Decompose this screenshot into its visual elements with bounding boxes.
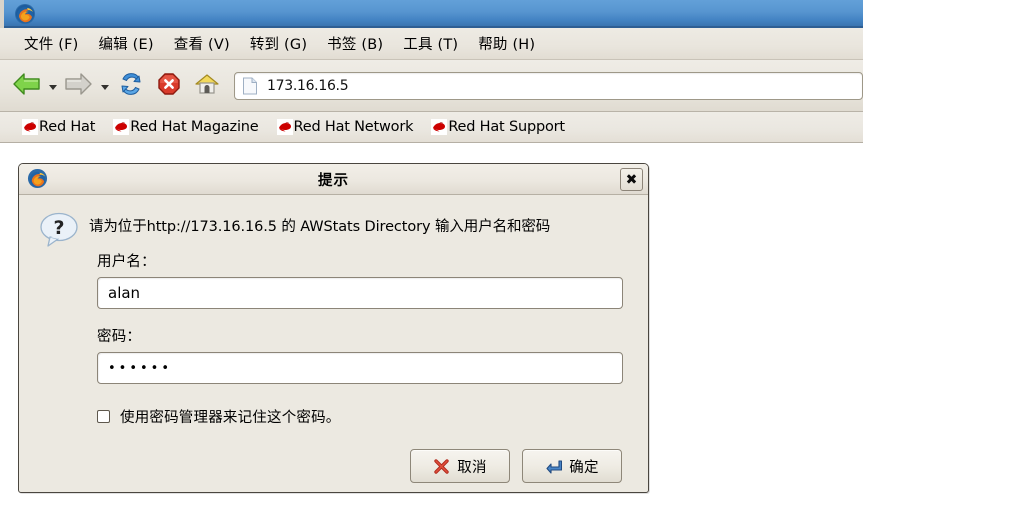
home-icon bbox=[194, 72, 220, 100]
cancel-x-icon bbox=[433, 458, 450, 475]
bookmark-red-hat-network[interactable]: Red Hat Network bbox=[276, 119, 414, 135]
cancel-button[interactable]: 取消 bbox=[410, 449, 510, 483]
redhat-icon bbox=[22, 119, 38, 135]
menu-go[interactable]: 转到 (G) bbox=[240, 31, 317, 56]
forward-arrow-icon bbox=[64, 71, 94, 101]
dialog-message-row: ? 请为位于http://173.16.16.5 的 AWStats Direc… bbox=[19, 195, 648, 250]
menu-bar: 文件 (F) 编辑 (E) 查看 (V) 转到 (G) 书签 (B) 工具 (T… bbox=[0, 28, 863, 60]
menu-help[interactable]: 帮助 (H) bbox=[468, 31, 545, 56]
menu-bookmarks[interactable]: 书签 (B) bbox=[317, 31, 393, 56]
screen: 文件 (F) 编辑 (E) 查看 (V) 转到 (G) 书签 (B) 工具 (T… bbox=[0, 0, 1019, 531]
remember-password-row[interactable]: 使用密码管理器来记住这个密码。 bbox=[19, 384, 648, 427]
dialog-message: 请为位于http://173.16.16.5 的 AWStats Directo… bbox=[89, 219, 551, 235]
dialog-title: 提示 bbox=[318, 172, 349, 189]
desktop-background bbox=[863, 0, 1019, 531]
menu-tools[interactable]: 工具 (T) bbox=[393, 31, 468, 56]
stop-button[interactable] bbox=[150, 67, 188, 105]
bookmark-label: Red Hat Magazine bbox=[130, 119, 259, 135]
redhat-icon bbox=[113, 119, 130, 135]
window-left-edge bbox=[0, 0, 4, 28]
menu-file[interactable]: 文件 (F) bbox=[14, 31, 88, 56]
menu-view[interactable]: 查看 (V) bbox=[164, 31, 240, 56]
reload-button[interactable] bbox=[112, 67, 150, 105]
chevron-down-icon bbox=[101, 85, 109, 90]
remember-password-checkbox[interactable] bbox=[97, 410, 110, 423]
url-text: 173.16.16.5 bbox=[267, 77, 349, 94]
svg-text:?: ? bbox=[53, 217, 64, 239]
password-value: •••••• bbox=[108, 360, 173, 376]
stop-icon bbox=[157, 72, 181, 100]
ok-button-label: 确定 bbox=[569, 459, 599, 476]
bookmark-red-hat-magazine[interactable]: Red Hat Magazine bbox=[113, 119, 259, 135]
bookmark-label: Red Hat Support bbox=[448, 119, 565, 135]
redhat-icon bbox=[431, 119, 448, 135]
back-dropdown-button[interactable] bbox=[46, 67, 60, 105]
password-input[interactable]: •••••• bbox=[97, 352, 623, 384]
ok-button[interactable]: 确定 bbox=[522, 449, 622, 483]
cancel-button-label: 取消 bbox=[457, 459, 487, 476]
username-value: alan bbox=[108, 284, 141, 302]
close-icon[interactable]: ✖ bbox=[620, 168, 643, 191]
page-icon bbox=[242, 77, 258, 95]
reload-icon bbox=[118, 71, 144, 101]
forward-button[interactable] bbox=[60, 67, 98, 105]
firefox-icon bbox=[27, 168, 48, 189]
back-button[interactable] bbox=[8, 67, 46, 105]
bookmark-label: Red Hat Network bbox=[293, 119, 414, 135]
back-arrow-icon bbox=[12, 71, 42, 101]
username-label: 用户名： bbox=[97, 254, 156, 270]
bookmark-red-hat-support[interactable]: Red Hat Support bbox=[431, 119, 565, 135]
username-input[interactable]: alan bbox=[97, 277, 623, 309]
dialog-buttons: 取消 确定 bbox=[19, 427, 648, 483]
bookmarks-toolbar: Red Hat Red Hat Magazine Red Hat Network… bbox=[0, 112, 863, 143]
dialog-titlebar: 提示 ✖ bbox=[19, 164, 648, 195]
username-field-block: 用户名： alan 密码： •••••• bbox=[19, 250, 648, 384]
auth-dialog: 提示 ✖ ? 请为位于http://173.16.16.5 的 AWStats … bbox=[18, 163, 649, 493]
enter-arrow-icon bbox=[545, 458, 563, 475]
url-bar[interactable]: 173.16.16.5 bbox=[234, 71, 863, 100]
bookmark-red-hat[interactable]: Red Hat bbox=[22, 119, 95, 135]
home-button[interactable] bbox=[188, 67, 226, 105]
window-titlebar bbox=[0, 0, 863, 28]
navigation-toolbar: 173.16.16.5 bbox=[0, 60, 863, 112]
question-bubble-icon: ? bbox=[37, 210, 81, 250]
redhat-icon bbox=[276, 119, 293, 135]
firefox-icon bbox=[14, 3, 36, 25]
remember-password-label: 使用密码管理器来记住这个密码。 bbox=[120, 410, 341, 426]
dialog-body: ? 请为位于http://173.16.16.5 的 AWStats Direc… bbox=[19, 195, 648, 493]
menu-edit[interactable]: 编辑 (E) bbox=[88, 31, 163, 56]
chevron-down-icon bbox=[49, 85, 57, 90]
forward-dropdown-button[interactable] bbox=[98, 67, 112, 105]
bookmark-label: Red Hat bbox=[39, 119, 96, 135]
password-label: 密码： bbox=[97, 329, 142, 345]
